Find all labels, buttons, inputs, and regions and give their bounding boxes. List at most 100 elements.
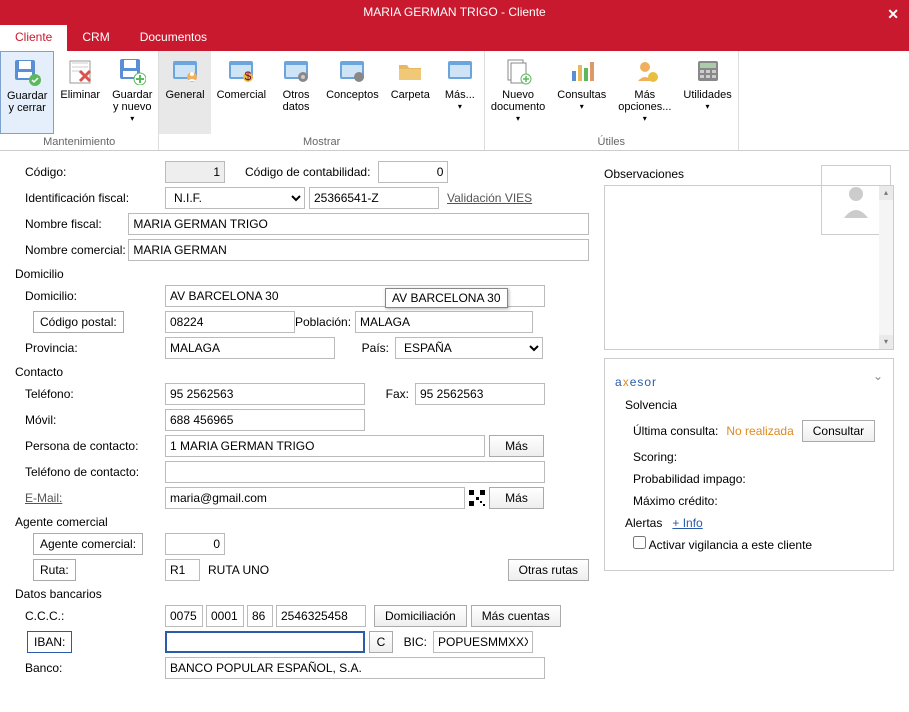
vigilancia-checkbox[interactable] (633, 536, 646, 549)
mostrar-group-label: Mostrar (159, 134, 483, 150)
domicilio-label: Domicilio: (15, 289, 165, 303)
tab-crm[interactable]: CRM (67, 25, 124, 51)
conceptos-icon (336, 55, 368, 87)
info-link[interactable]: + Info (672, 516, 702, 530)
qr-icon[interactable] (469, 490, 485, 506)
nif-input[interactable] (309, 187, 439, 209)
guardar-cerrar-button[interactable]: Guardar y cerrar (0, 51, 54, 134)
pais-select[interactable]: ESPAÑA (395, 337, 543, 359)
agente-input[interactable] (165, 533, 225, 555)
comercial-icon: $ (225, 55, 257, 87)
mas-cuentas-button[interactable]: Más cuentas (471, 605, 561, 627)
nuevo-doc-icon (502, 55, 534, 87)
no-realizada-text: No realizada (726, 424, 793, 438)
scroll-up-icon[interactable]: ▴ (879, 186, 893, 200)
alertas-label: Alertas (625, 516, 662, 530)
ccc-label: C.C.C.: (15, 609, 165, 623)
nif-type-select[interactable]: N.I.F. (165, 187, 305, 209)
banco-input[interactable] (165, 657, 545, 679)
axesor-panel: axesor ⌄ Solvencia Última consulta: No r… (604, 358, 894, 571)
bic-input[interactable] (433, 631, 533, 653)
codigo-input[interactable] (165, 161, 225, 183)
ultima-consulta-label: Última consulta: (633, 424, 718, 438)
conceptos-button[interactable]: Conceptos (320, 51, 385, 134)
ccc4-input[interactable] (276, 605, 366, 627)
codigo-label: Código: (15, 165, 165, 179)
general-icon (169, 55, 201, 87)
ruta-code-input[interactable] (165, 559, 200, 581)
fax-input[interactable] (415, 383, 545, 405)
axesor-logo: axesor (615, 369, 883, 392)
nombre-fiscal-label: Nombre fiscal: (15, 217, 128, 231)
poblacion-label: Población: (295, 315, 355, 329)
persona-contacto-label: Persona de contacto: (15, 439, 165, 453)
chevron-down-icon[interactable]: ⌄ (873, 369, 883, 383)
mas-opciones-button[interactable]: Más opciones...▾ (612, 51, 677, 134)
consultas-icon (566, 55, 598, 87)
general-button[interactable]: General (159, 51, 210, 134)
eliminar-button[interactable]: Eliminar (54, 51, 106, 134)
ccc3-input[interactable] (247, 605, 273, 627)
guardar-nuevo-button[interactable]: Guardar y nuevo▾ (106, 51, 158, 134)
delete-icon (64, 55, 96, 87)
carpeta-button[interactable]: Carpeta (385, 51, 436, 134)
mantenimiento-group-label: Mantenimiento (0, 134, 158, 150)
scrollbar[interactable]: ▴ ▾ (879, 186, 893, 349)
save-close-icon (11, 56, 43, 88)
window-title: MARIA GERMAN TRIGO - Cliente (363, 5, 545, 19)
scroll-down-icon[interactable]: ▾ (879, 335, 893, 349)
mas-button[interactable]: Más...▾ (436, 51, 484, 134)
movil-input[interactable] (165, 409, 365, 431)
email-label-link[interactable]: E-Mail: (25, 491, 62, 505)
poblacion-input[interactable] (355, 311, 533, 333)
mas-persona-button[interactable]: Más (489, 435, 544, 457)
consultar-button[interactable]: Consultar (802, 420, 875, 442)
nombre-comercial-input[interactable] (128, 239, 589, 261)
prob-impago-label: Probabilidad impago: (633, 472, 883, 486)
ccc2-input[interactable] (206, 605, 244, 627)
mas-email-button[interactable]: Más (489, 487, 544, 509)
id-fiscal-label: Identificación fiscal: (15, 191, 165, 205)
banco-label: Banco: (15, 661, 165, 675)
contacto-heading: Contacto (15, 365, 589, 379)
agente-heading: Agente comercial (15, 515, 589, 529)
utiles-group-label: Útiles (485, 134, 738, 150)
telefono-input[interactable] (165, 383, 365, 405)
utilidades-button[interactable]: Utilidades▾ (677, 51, 737, 134)
otros-datos-button[interactable]: Otros datos (272, 51, 320, 134)
cod-contabilidad-label: Código de contabilidad: (245, 165, 370, 179)
observaciones-textarea[interactable]: ▴ ▾ (604, 185, 894, 350)
ccc1-input[interactable] (165, 605, 203, 627)
nombre-fiscal-input[interactable] (128, 213, 589, 235)
close-icon[interactable]: ✕ (887, 2, 899, 27)
max-credito-label: Máximo crédito: (633, 494, 883, 508)
ruta-button[interactable]: Ruta: (33, 559, 76, 581)
nombre-comercial-label: Nombre comercial: (15, 243, 128, 257)
cp-input[interactable] (165, 311, 295, 333)
tab-cliente[interactable]: Cliente (0, 25, 67, 51)
tel-contacto-input[interactable] (165, 461, 545, 483)
otras-rutas-button[interactable]: Otras rutas (508, 559, 589, 581)
cod-contabilidad-input[interactable] (378, 161, 448, 183)
provincia-input[interactable] (165, 337, 335, 359)
utilidades-icon (692, 55, 724, 87)
iban-input[interactable] (165, 631, 365, 653)
vies-link[interactable]: Validación VIES (447, 191, 532, 205)
otros-icon (280, 55, 312, 87)
titlebar: MARIA GERMAN TRIGO - Cliente ✕ (0, 0, 909, 25)
email-input[interactable] (165, 487, 465, 509)
tab-documentos[interactable]: Documentos (125, 25, 222, 51)
consultas-button[interactable]: Consultas▾ (551, 51, 612, 134)
persona-contacto-input[interactable] (165, 435, 485, 457)
mas-icon (444, 55, 476, 87)
tel-contacto-label: Teléfono de contacto: (15, 465, 165, 479)
solvencia-label: Solvencia (625, 398, 883, 412)
agente-button[interactable]: Agente comercial: (33, 533, 143, 555)
comercial-button[interactable]: $ Comercial (211, 51, 273, 134)
iban-label-button[interactable]: IBAN: (27, 631, 72, 653)
c-button[interactable]: C (369, 631, 393, 653)
codigo-postal-button[interactable]: Código postal: (33, 311, 124, 333)
nuevo-documento-button[interactable]: Nuevo documento▾ (485, 51, 551, 134)
domiciliacion-button[interactable]: Domiciliación (374, 605, 467, 627)
ribbon: Guardar y cerrar Eliminar Guardar y nuev… (0, 51, 909, 151)
